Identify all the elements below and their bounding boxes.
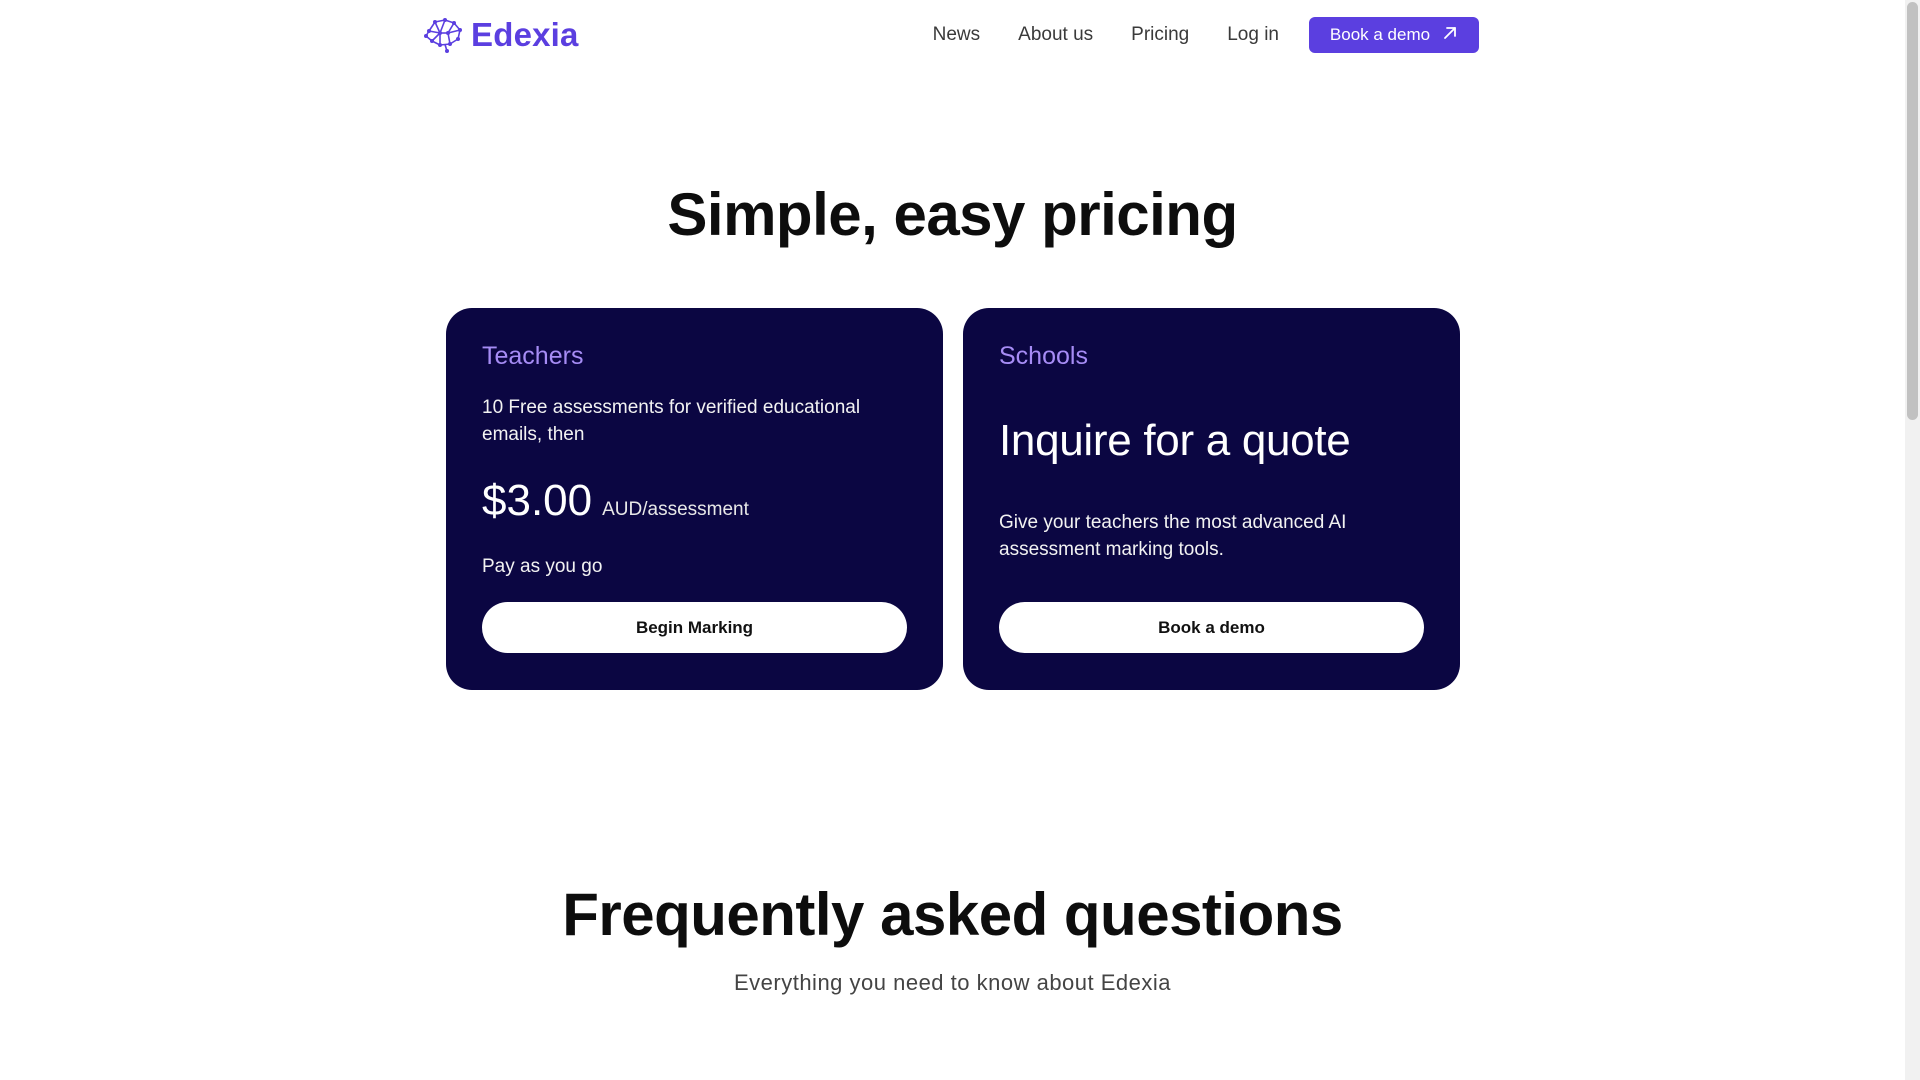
teachers-plan-description: 10 Free assessments for verified educati… [482, 397, 861, 445]
nav-pricing[interactable]: Pricing [1131, 24, 1189, 46]
faq-title: Frequently asked questions [562, 881, 1343, 948]
teachers-price: $3.00 [482, 476, 593, 525]
schools-plan-title: Schools [999, 342, 1088, 370]
brain-network-icon [423, 17, 463, 53]
nav-about-us[interactable]: About us [1018, 24, 1093, 46]
scrollbar-thumb[interactable] [1907, 2, 1918, 420]
page-scrollbar[interactable] [1905, 0, 1920, 1080]
logo-text: Edexia [471, 16, 579, 53]
nav-log-in[interactable]: Log in [1227, 24, 1279, 46]
pricing-title: Simple, easy pricing [667, 181, 1238, 248]
begin-marking-button[interactable]: Begin Marking [482, 602, 907, 653]
logo-link[interactable]: Edexia [423, 16, 579, 54]
teachers-price-unit: AUD/assessment [602, 499, 749, 520]
schools-plan-card: Schools Inquire for a quote Give your te… [963, 308, 1460, 690]
arrow-up-right-icon [1442, 25, 1458, 46]
header-book-demo-label: Book a demo [1329, 25, 1431, 44]
page: Edexia News About us Pricing Log in Book… [0, 0, 1905, 1080]
site-header: Edexia News About us Pricing Log in Book… [423, 12, 1479, 58]
main-nav: News About us Pricing Log in Book a demo [933, 17, 1479, 53]
nav-news[interactable]: News [933, 24, 981, 46]
schools-book-demo-button[interactable]: Book a demo [999, 602, 1424, 653]
schools-plan-description: Give your teachers the most advanced AI … [999, 512, 1347, 560]
header-book-demo-button[interactable]: Book a demo [1309, 17, 1479, 53]
faq-subtitle: Everything you need to know about Edexia [733, 970, 1172, 995]
teachers-plan-title: Teachers [482, 342, 584, 370]
teachers-plan-note: Pay as you go [482, 556, 603, 577]
schools-plan-headline: Inquire for a quote [999, 416, 1351, 465]
teachers-price-row: $3.00 AUD/assessment [482, 476, 749, 526]
teachers-plan-card: Teachers 10 Free assessments for verifie… [446, 308, 943, 690]
